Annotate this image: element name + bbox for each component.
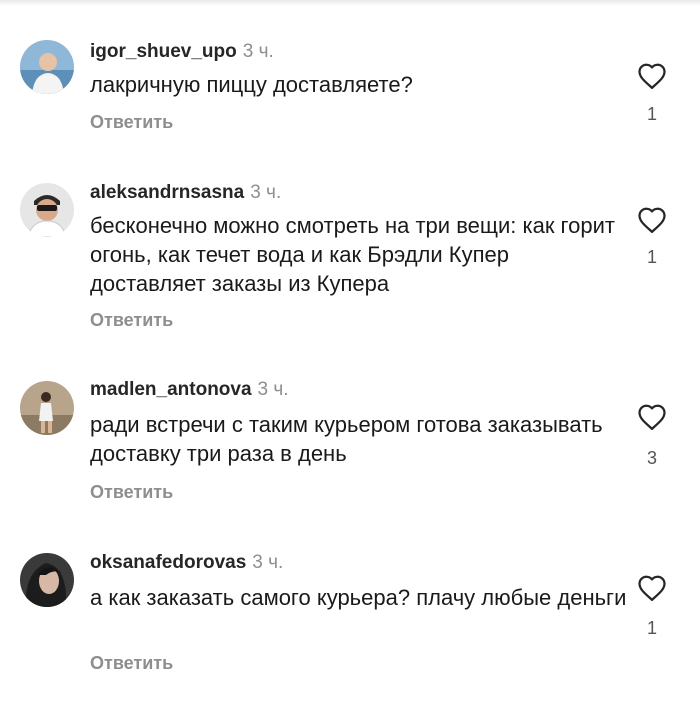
timestamp: 3 ч.	[252, 552, 284, 573]
comment-text: лакричную пиццу доставляете?	[90, 72, 413, 97]
avatar[interactable]	[20, 381, 74, 435]
comment-text: бесконечно можно смотреть на три вещи: к…	[90, 213, 615, 296]
reply-button[interactable]: Ответить	[90, 653, 173, 674]
timestamp: 3 ч.	[242, 41, 274, 62]
username[interactable]: igor_shuev_upo	[90, 41, 237, 62]
comment-meta: madlen_antonova 3 ч.	[90, 378, 289, 402]
timestamp: 3 ч.	[257, 379, 289, 400]
like-count: 3	[646, 448, 657, 468]
comment-text: а как заказать самого курьера? плачу люб…	[90, 585, 627, 610]
like-count: 1	[646, 618, 657, 638]
top-divider	[0, 0, 700, 6]
like-count: 1	[646, 247, 657, 267]
reply-button[interactable]: Ответить	[90, 482, 173, 503]
username[interactable]: oksanafedorovas	[90, 552, 246, 573]
avatar[interactable]	[20, 553, 74, 607]
heart-outline-icon[interactable]	[637, 403, 667, 431]
like-count: 1	[646, 104, 657, 124]
username[interactable]: madlen_antonova	[90, 379, 252, 400]
heart-outline-icon[interactable]	[637, 574, 667, 602]
heart-outline-icon[interactable]	[637, 206, 667, 234]
heart-outline-icon[interactable]	[637, 62, 667, 90]
comment-meta: igor_shuev_upo 3 ч.	[90, 40, 274, 64]
reply-button[interactable]: Ответить	[90, 310, 173, 331]
comment-meta: oksanafedorovas 3 ч.	[90, 551, 283, 575]
username[interactable]: aleksandrnsasna	[90, 182, 244, 203]
avatar[interactable]	[20, 183, 74, 237]
comment-meta: aleksandrnsasna 3 ч.	[90, 181, 281, 205]
comment-text: ради встречи с таким курьером готова зак…	[90, 412, 603, 466]
timestamp: 3 ч.	[250, 182, 282, 203]
reply-button[interactable]: Ответить	[90, 112, 173, 133]
avatar[interactable]	[20, 40, 74, 94]
